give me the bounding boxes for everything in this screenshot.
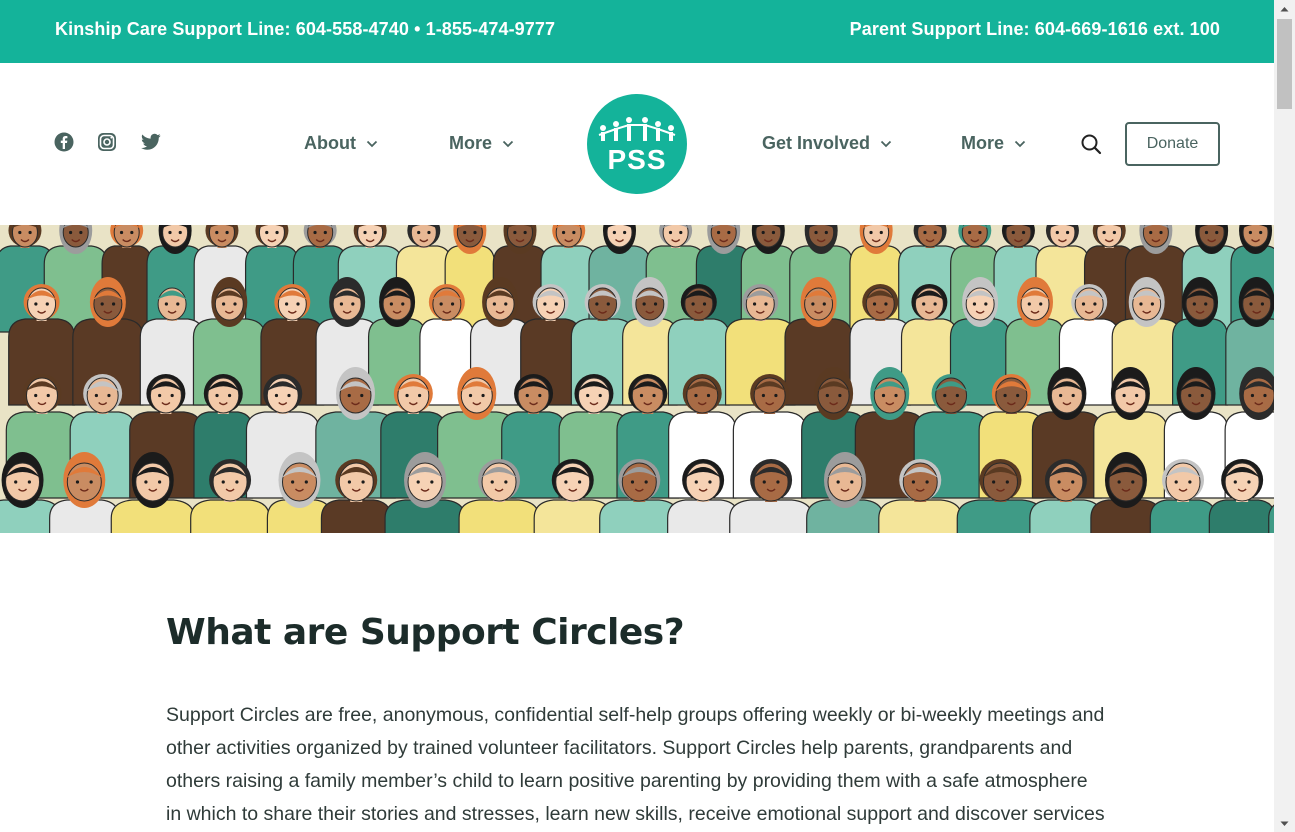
nav-more-right[interactable]: More (961, 133, 1026, 154)
scroll-up-arrow-icon[interactable] (1274, 0, 1295, 17)
scroll-down-arrow-icon[interactable] (1274, 815, 1295, 832)
facebook-icon[interactable] (53, 131, 75, 153)
instagram-icon[interactable] (96, 131, 118, 153)
page: Kinship Care Support Line: 604-558-4740 … (0, 0, 1274, 832)
site-header: About More PSS Get Involved More Donate (0, 63, 1274, 225)
chevron-down-icon (1014, 140, 1026, 147)
logo-text: PSS (607, 144, 667, 175)
people-chain-icon (598, 117, 676, 141)
hero-crowd-illustration (0, 225, 1274, 533)
search-icon[interactable] (1080, 133, 1102, 155)
chevron-down-icon (502, 140, 514, 147)
nav-more-left-label: More (449, 133, 493, 153)
top-support-bar: Kinship Care Support Line: 604-558-4740 … (0, 0, 1274, 63)
vertical-scrollbar[interactable] (1274, 0, 1295, 832)
scrollbar-thumb[interactable] (1277, 19, 1292, 109)
nav-about[interactable]: About (304, 133, 378, 154)
crowd-illustration (0, 225, 1274, 533)
intro-paragraph: Support Circles are free, anonymous, con… (166, 704, 1105, 825)
donate-button[interactable]: Donate (1125, 122, 1220, 166)
kinship-care-support-line[interactable]: Kinship Care Support Line: 604-558-4740 … (55, 19, 555, 40)
main-content: What are Support Circles? Support Circle… (166, 612, 1106, 832)
nav-get-involved-label: Get Involved (762, 133, 871, 153)
parent-support-line[interactable]: Parent Support Line: 604-669-1616 ext. 1… (850, 19, 1220, 40)
pss-logo[interactable]: PSS (587, 94, 687, 194)
chevron-down-icon (880, 140, 892, 147)
twitter-icon[interactable] (140, 131, 162, 153)
page-title: What are Support Circles? (166, 612, 685, 653)
nav-more-left[interactable]: More (449, 133, 514, 154)
nav-more-right-label: More (961, 133, 1005, 153)
chevron-down-icon (366, 140, 378, 147)
nav-get-involved[interactable]: Get Involved (762, 133, 892, 154)
nav-about-label: About (304, 133, 356, 153)
